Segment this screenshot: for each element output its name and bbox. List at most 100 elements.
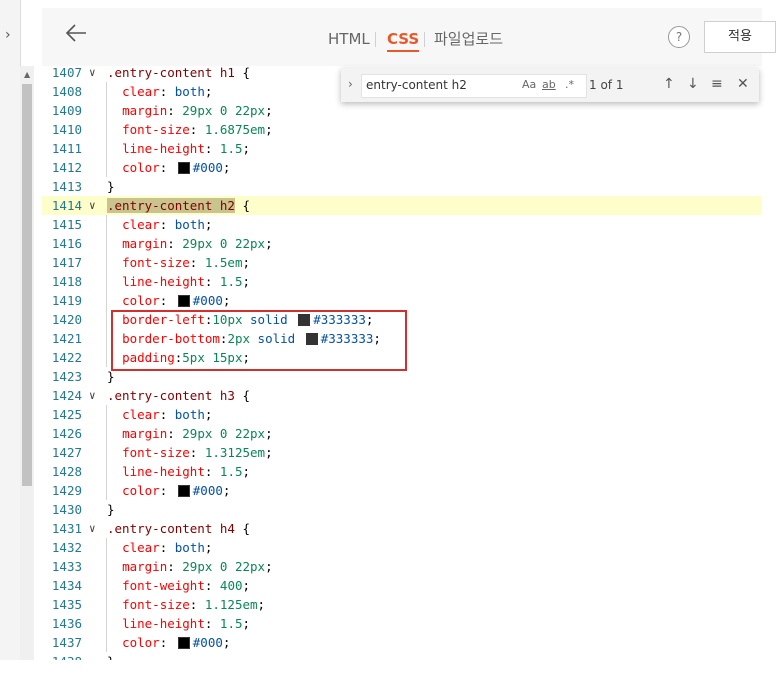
color-swatch[interactable] — [177, 636, 190, 649]
line-number: 1437 — [51, 635, 82, 650]
tab-divider — [375, 32, 376, 47]
code-line[interactable]: 1413} — [42, 177, 762, 196]
tab-css[interactable]: CSS — [387, 30, 420, 52]
apply-button[interactable]: 적용 — [704, 21, 776, 53]
line-number: 1407 — [51, 66, 82, 80]
code-line[interactable]: 1435 font-size: 1.125em; — [42, 595, 762, 614]
line-number: 1418 — [51, 274, 82, 289]
code-text: clear: both; — [122, 407, 213, 422]
code-text: margin: 29px 0 22px; — [122, 103, 273, 118]
code-text: .entry-content h3 { — [107, 388, 250, 403]
code-line[interactable]: 1414 ∨ .entry-content h2 { — [42, 196, 762, 215]
code-text: clear: both; — [122, 84, 213, 99]
line-number: 1427 — [51, 445, 82, 460]
code-text: font-size: 1.5em; — [122, 255, 251, 270]
code-line[interactable]: 1411 line-height: 1.5; — [42, 139, 762, 158]
line-number: 1432 — [51, 540, 82, 555]
code-text: color: #000; — [122, 293, 231, 308]
find-widget: › entry-content h2 Aa ab .* 1 of 1 ↑ ↓ ≡… — [341, 68, 759, 102]
code-line[interactable]: 1427 font-size: 1.3125em; — [42, 443, 762, 462]
code-line[interactable]: 1434 font-weight: 400; — [42, 576, 762, 595]
code-line[interactable]: 1432 clear: both; — [42, 538, 762, 557]
code-line[interactable]: 1410 font-size: 1.6875em; — [42, 120, 762, 139]
expand-panel-icon[interactable]: › — [5, 28, 11, 42]
code-text: font-weight: 400; — [122, 578, 251, 593]
code-text: } — [107, 179, 115, 194]
code-text: font-size: 1.3125em; — [122, 445, 273, 460]
line-number: 1411 — [51, 141, 82, 156]
line-number: 1408 — [51, 84, 82, 99]
tab-html[interactable]: HTML — [328, 30, 370, 48]
code-line[interactable]: 1429 color: #000; — [42, 481, 762, 500]
code-line[interactable]: 1419 color: #000; — [42, 291, 762, 310]
line-number: 1436 — [51, 616, 82, 631]
fold-chevron-icon[interactable]: ∨ — [89, 386, 96, 405]
line-number: 1410 — [51, 122, 82, 137]
color-swatch[interactable] — [177, 161, 190, 174]
whole-word-toggle[interactable]: ab — [542, 78, 556, 91]
code-text: clear: both; — [122, 217, 213, 232]
code-line[interactable]: 1415 clear: both; — [42, 215, 762, 234]
previous-match-icon[interactable]: ↑ — [663, 76, 675, 92]
code-text: margin: 29px 0 22px; — [122, 559, 273, 574]
code-text: clear: both; — [122, 540, 213, 555]
code-line[interactable]: 1409 margin: 29px 0 22px; — [42, 101, 762, 120]
code-text: } — [107, 652, 115, 660]
fold-chevron-icon[interactable]: ∨ — [89, 196, 96, 215]
code-line[interactable]: 1437 color: #000; — [42, 633, 762, 652]
find-in-selection-icon[interactable]: ≡ — [711, 76, 723, 92]
code-line[interactable]: 1424 ∨ .entry-content h3 { — [42, 386, 762, 405]
line-number: 1435 — [51, 597, 82, 612]
find-query-text: entry-content h2 — [366, 78, 467, 92]
line-number: 1409 — [51, 103, 82, 118]
color-swatch[interactable] — [177, 294, 190, 307]
help-icon[interactable]: ? — [668, 26, 690, 48]
indent-guide — [106, 538, 107, 652]
tab-file-upload[interactable]: 파일업로드 — [434, 30, 503, 48]
code-line[interactable]: 1431 ∨ .entry-content h4 { — [42, 519, 762, 538]
scrollbar-thumb[interactable] — [22, 84, 32, 486]
fold-chevron-icon[interactable]: ∨ — [89, 66, 96, 82]
code-text: line-height: 1.5; — [122, 274, 251, 289]
toggle-replace-icon[interactable]: › — [348, 77, 353, 91]
code-line[interactable]: 1430} — [42, 500, 762, 519]
back-arrow-icon[interactable] — [64, 20, 90, 46]
line-number: 1438 — [42, 652, 82, 660]
code-text: .entry-content h2 { — [107, 198, 250, 213]
match-count: 1 of 1 — [589, 78, 624, 92]
code-text: color: #000; — [122, 160, 231, 175]
code-text: .entry-content h1 { — [107, 66, 250, 80]
line-number: 1426 — [51, 426, 82, 441]
line-number: 1421 — [51, 331, 82, 346]
next-match-icon[interactable]: ↓ — [687, 76, 699, 92]
line-number: 1433 — [51, 559, 82, 574]
match-case-toggle[interactable]: Aa — [522, 78, 536, 91]
regex-toggle[interactable]: .* — [565, 78, 574, 91]
line-number: 1415 — [51, 217, 82, 232]
close-icon[interactable]: ✕ — [737, 76, 749, 92]
line-number: 1422 — [51, 350, 82, 365]
code-line[interactable]: 1418 line-height: 1.5; — [42, 272, 762, 291]
line-number: 1420 — [51, 312, 82, 327]
scroll-up-icon[interactable]: ▲ — [24, 70, 30, 79]
line-number: 1434 — [51, 578, 82, 593]
code-line[interactable]: 1416 margin: 29px 0 22px; — [42, 234, 762, 253]
code-line[interactable]: 1428 line-height: 1.5; — [42, 462, 762, 481]
code-text: line-height: 1.5; — [122, 464, 251, 479]
indent-guide — [106, 82, 107, 177]
line-number: 1416 — [51, 236, 82, 251]
color-swatch[interactable] — [177, 484, 190, 497]
code-line[interactable]: 1433 margin: 29px 0 22px; — [42, 557, 762, 576]
code-line[interactable]: 1417 font-size: 1.5em; — [42, 253, 762, 272]
code-line[interactable]: 1412 color: #000; — [42, 158, 762, 177]
indent-guide — [106, 215, 107, 367]
code-text: line-height: 1.5; — [122, 141, 251, 156]
line-number: 1430 — [51, 502, 82, 517]
fold-chevron-icon[interactable]: ∨ — [89, 519, 96, 538]
code-line[interactable]: 1436 line-height: 1.5; — [42, 614, 762, 633]
code-line[interactable]: 1425 clear: both; — [42, 405, 762, 424]
indent-guide — [106, 405, 107, 500]
line-number: 1412 — [51, 160, 82, 175]
code-line[interactable]: 1438} — [42, 652, 762, 660]
code-line[interactable]: 1426 margin: 29px 0 22px; — [42, 424, 762, 443]
